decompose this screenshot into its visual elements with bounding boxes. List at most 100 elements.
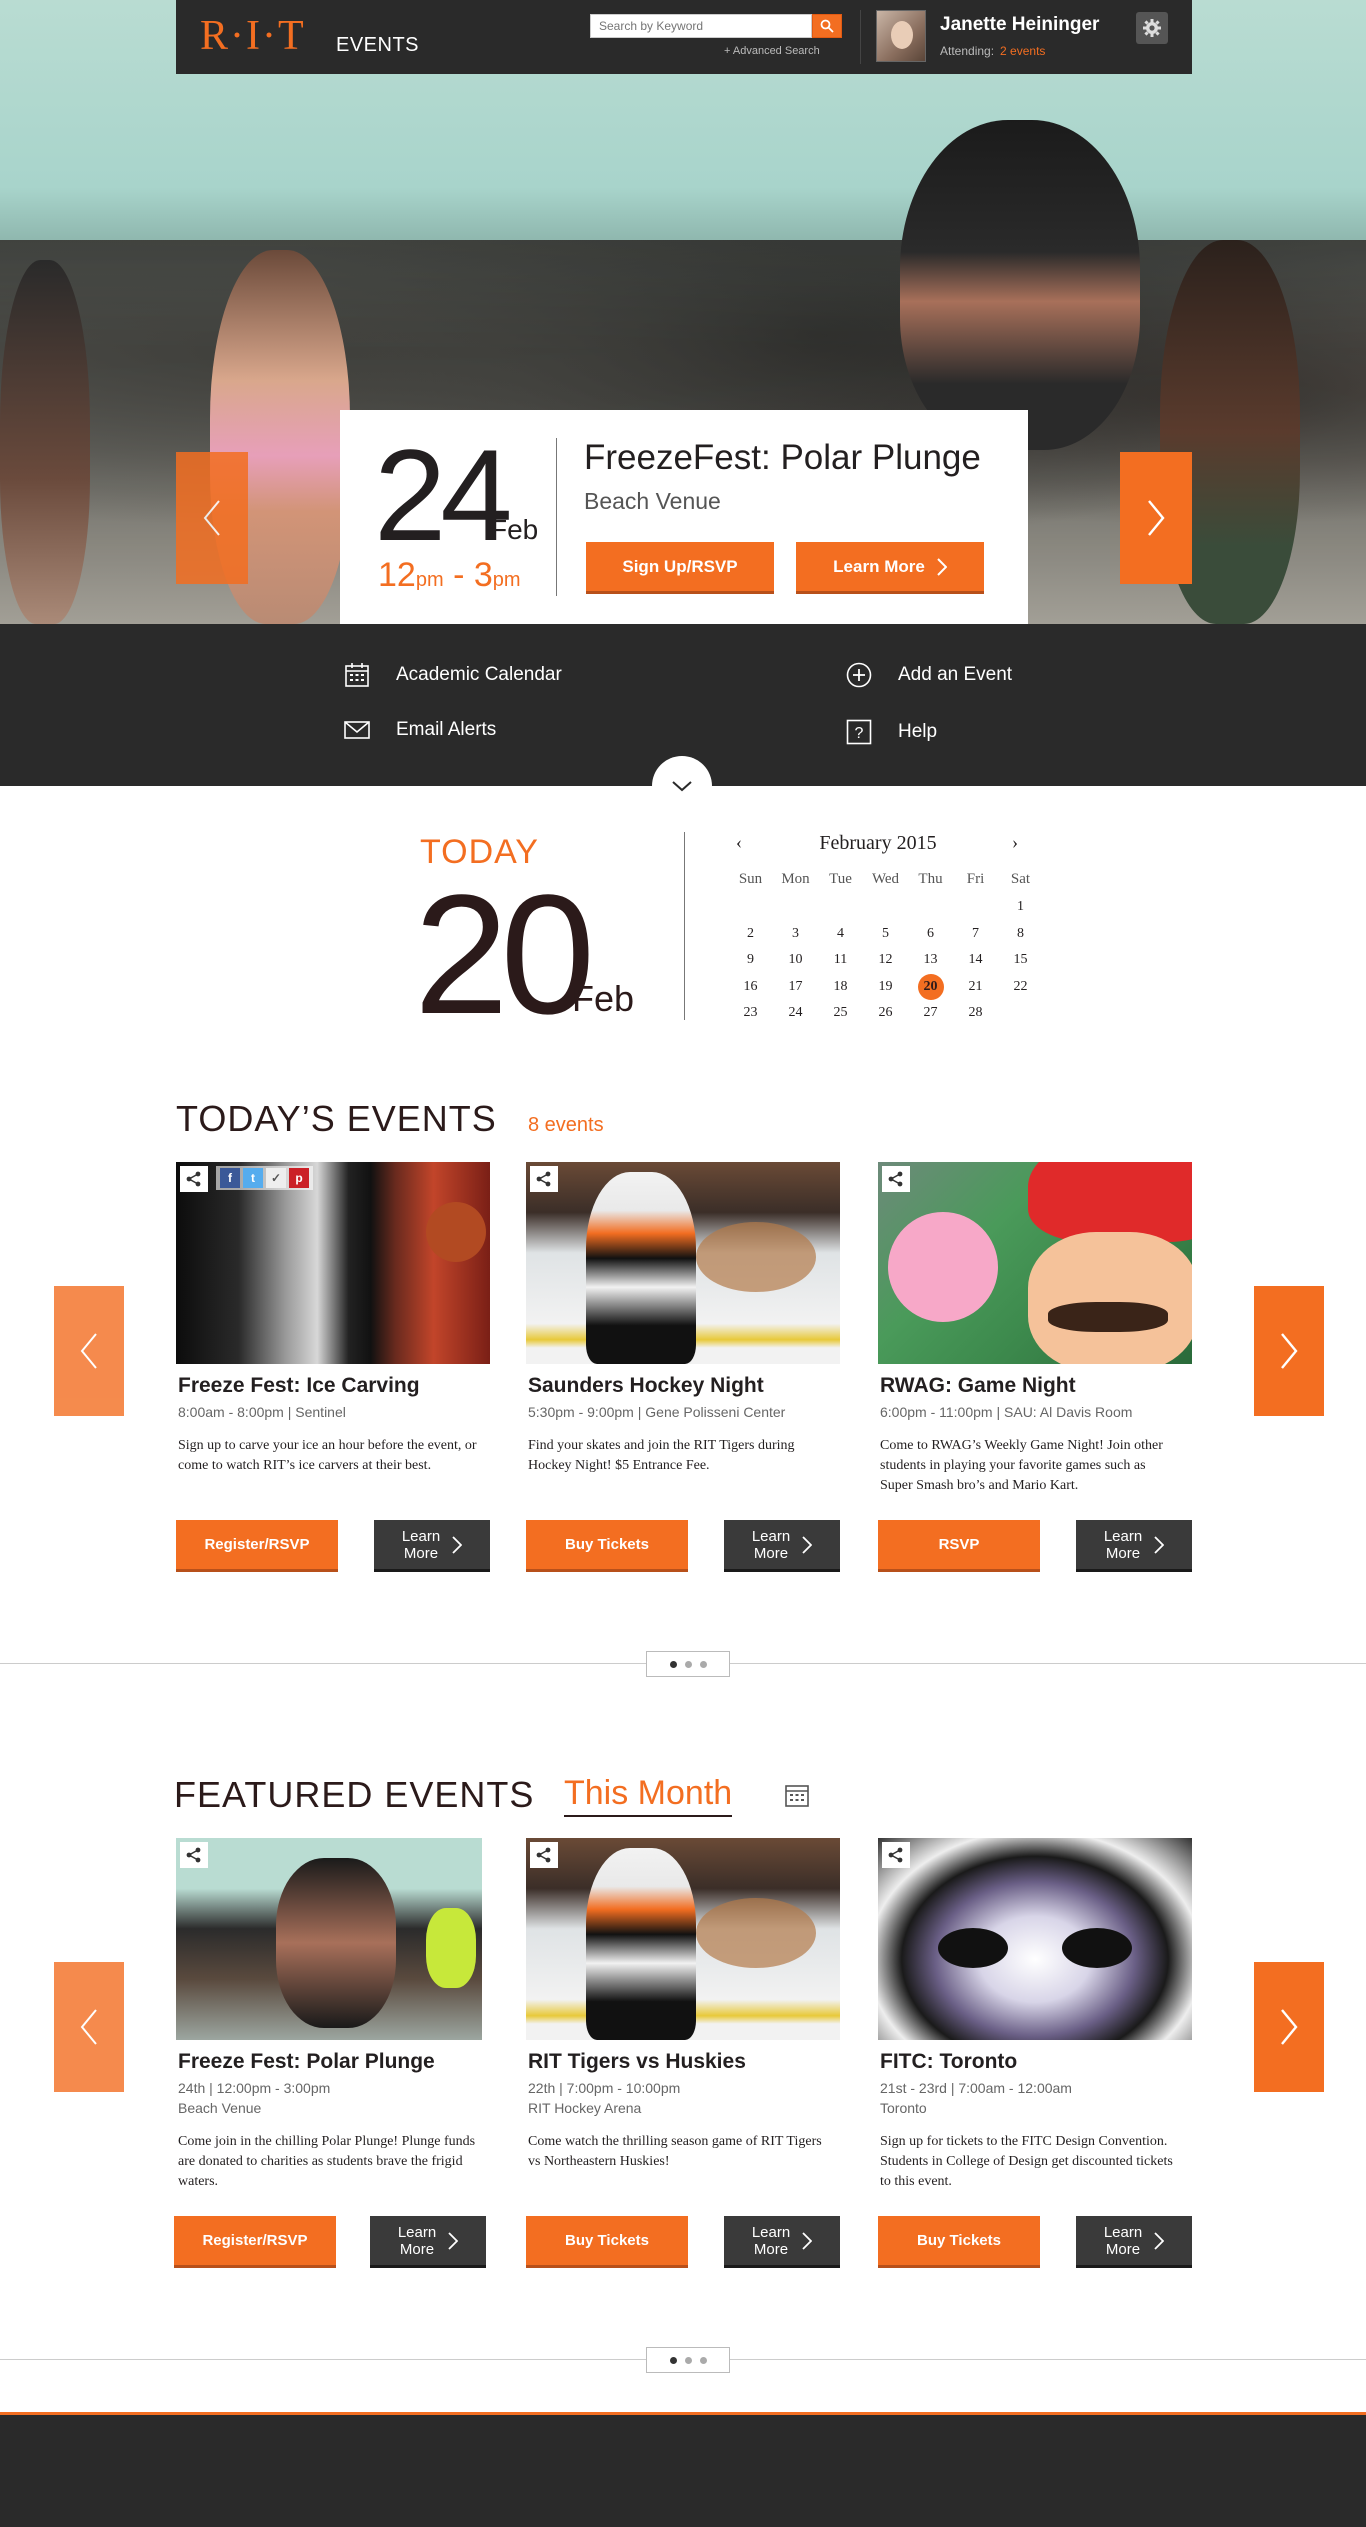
calendar-day[interactable]: 11 <box>818 947 863 974</box>
sign-up-rsvp-button[interactable]: Sign Up/RSVP <box>586 542 774 594</box>
calendar-prev-button[interactable]: ‹ <box>736 832 742 853</box>
rit-logo[interactable]: R·I·T <box>200 12 306 60</box>
calendar-day[interactable]: 26 <box>863 1000 908 1027</box>
learn-more-button[interactable]: Learn More <box>374 1520 490 1572</box>
share-button[interactable] <box>530 1166 558 1192</box>
this-month-filter[interactable]: This Month <box>564 1774 733 1817</box>
calendar-day[interactable]: 4 <box>818 921 863 948</box>
pager-dot[interactable] <box>699 2356 707 2364</box>
check-icon[interactable]: ✓ <box>266 1168 286 1188</box>
calendar-day[interactable]: 27 <box>908 1000 953 1027</box>
search-button[interactable] <box>812 14 842 38</box>
expand-toggle-button[interactable] <box>652 756 712 816</box>
event-title[interactable]: Freeze Fest: Ice Carving <box>178 1374 420 1398</box>
learn-more-button[interactable]: Learn More <box>1076 2216 1192 2268</box>
pager-dot-active[interactable] <box>669 1660 677 1668</box>
learn-more-button[interactable]: Learn More <box>370 2216 486 2268</box>
hero-event-title[interactable]: FreezeFest: Polar Plunge <box>584 438 981 478</box>
calendar-day[interactable]: 1 <box>998 894 1043 921</box>
pager-dot[interactable] <box>699 1660 707 1668</box>
calendar-next-button[interactable]: › <box>1012 832 1018 853</box>
event-image[interactable]: f t ✓ p <box>176 1162 490 1364</box>
featured-events-next-button[interactable] <box>1254 1962 1324 2092</box>
hero-prev-button[interactable] <box>176 452 248 584</box>
attending-count-link[interactable]: 2 events <box>1000 44 1045 58</box>
calendar-day[interactable]: 3 <box>773 921 818 948</box>
calendar-day[interactable]: 14 <box>953 947 998 974</box>
share-button[interactable] <box>530 1842 558 1868</box>
pinterest-icon[interactable]: p <box>289 1168 309 1188</box>
share-button[interactable] <box>882 1166 910 1192</box>
calendar-day[interactable]: 7 <box>953 921 998 948</box>
event-title[interactable]: FITC: Toronto <box>880 2050 1017 2074</box>
calendar-icon[interactable] <box>784 1782 810 1808</box>
calendar-day[interactable]: 13 <box>908 947 953 974</box>
hero-learn-more-button[interactable]: Learn More <box>796 542 984 594</box>
advanced-search-link[interactable]: + Advanced Search <box>724 45 820 57</box>
add-event-link[interactable]: Add an Event <box>846 662 1012 688</box>
todays-events-pager[interactable] <box>646 1651 730 1677</box>
calendar-day[interactable]: 22 <box>998 974 1043 1001</box>
calendar-day[interactable]: 8 <box>998 921 1043 948</box>
todays-events-prev-button[interactable] <box>54 1286 124 1416</box>
register-rsvp-button[interactable]: Register/RSVP <box>174 2216 336 2268</box>
event-image[interactable] <box>176 1838 482 2040</box>
calendar-day[interactable]: 24 <box>773 1000 818 1027</box>
event-title[interactable]: RIT Tigers vs Huskies <box>528 2050 746 2074</box>
calendar-day[interactable]: 28 <box>953 1000 998 1027</box>
twitter-icon[interactable]: t <box>243 1168 263 1188</box>
calendar-day[interactable]: 15 <box>998 947 1043 974</box>
settings-button[interactable] <box>1136 12 1168 44</box>
calendar-day[interactable]: 23 <box>728 1000 773 1027</box>
buy-tickets-button[interactable]: Buy Tickets <box>878 2216 1040 2268</box>
learn-more-button[interactable]: Learn More <box>724 2216 840 2268</box>
featured-events-prev-button[interactable] <box>54 1962 124 2092</box>
email-alerts-link[interactable]: Email Alerts <box>344 719 496 741</box>
todays-events-count[interactable]: 8 events <box>528 1114 604 1137</box>
calendar-day[interactable]: 6 <box>908 921 953 948</box>
calendar-day-selected[interactable]: 20 <box>908 973 953 1001</box>
event-title[interactable]: RWAG: Game Night <box>880 1374 1076 1398</box>
share-button[interactable] <box>180 1842 208 1868</box>
time-end: 3 <box>473 556 493 594</box>
pager-dot[interactable] <box>684 2356 692 2364</box>
calendar-day[interactable]: 10 <box>773 947 818 974</box>
featured-event-card: 24 Feb 12pm - 3pm FreezeFest: Polar Plun… <box>340 410 1028 624</box>
avatar[interactable] <box>876 10 926 62</box>
learn-more-line2: More <box>403 1544 439 1562</box>
event-image[interactable] <box>878 1838 1192 2040</box>
featured-events-pager[interactable] <box>646 2347 730 2373</box>
calendar-day[interactable]: 18 <box>818 974 863 1001</box>
help-link[interactable]: ? Help <box>846 719 937 745</box>
register-rsvp-button[interactable]: Register/RSVP <box>176 1520 338 1572</box>
academic-calendar-link[interactable]: Academic Calendar <box>344 662 562 688</box>
learn-more-button[interactable]: Learn More <box>724 1520 840 1572</box>
calendar-day[interactable]: 19 <box>863 974 908 1001</box>
event-image[interactable] <box>878 1162 1192 1364</box>
calendar-day[interactable]: 12 <box>863 947 908 974</box>
calendar-day[interactable]: 16 <box>728 974 773 1001</box>
calendar-day[interactable]: 17 <box>773 974 818 1001</box>
todays-events-next-button[interactable] <box>1254 1286 1324 1416</box>
share-button[interactable] <box>180 1166 208 1192</box>
event-image[interactable] <box>526 1162 840 1364</box>
calendar-day[interactable]: 2 <box>728 921 773 948</box>
calendar-day[interactable]: 21 <box>953 974 998 1001</box>
event-image[interactable] <box>526 1838 840 2040</box>
pager-dot-active[interactable] <box>669 2356 677 2364</box>
calendar-day[interactable]: 9 <box>728 947 773 974</box>
buy-tickets-button[interactable]: Buy Tickets <box>526 1520 688 1572</box>
user-name[interactable]: Janette Heininger <box>940 14 1099 36</box>
hero-next-button[interactable] <box>1120 452 1192 584</box>
event-title[interactable]: Freeze Fest: Polar Plunge <box>178 2050 435 2074</box>
calendar-day[interactable]: 5 <box>863 921 908 948</box>
share-button[interactable] <box>882 1842 910 1868</box>
pager-dot[interactable] <box>684 1660 692 1668</box>
rsvp-button[interactable]: RSVP <box>878 1520 1040 1572</box>
search-input[interactable] <box>590 14 812 38</box>
learn-more-button[interactable]: Learn More <box>1076 1520 1192 1572</box>
event-title[interactable]: Saunders Hockey Night <box>528 1374 764 1398</box>
calendar-day[interactable]: 25 <box>818 1000 863 1027</box>
facebook-icon[interactable]: f <box>220 1168 240 1188</box>
buy-tickets-button[interactable]: Buy Tickets <box>526 2216 688 2268</box>
